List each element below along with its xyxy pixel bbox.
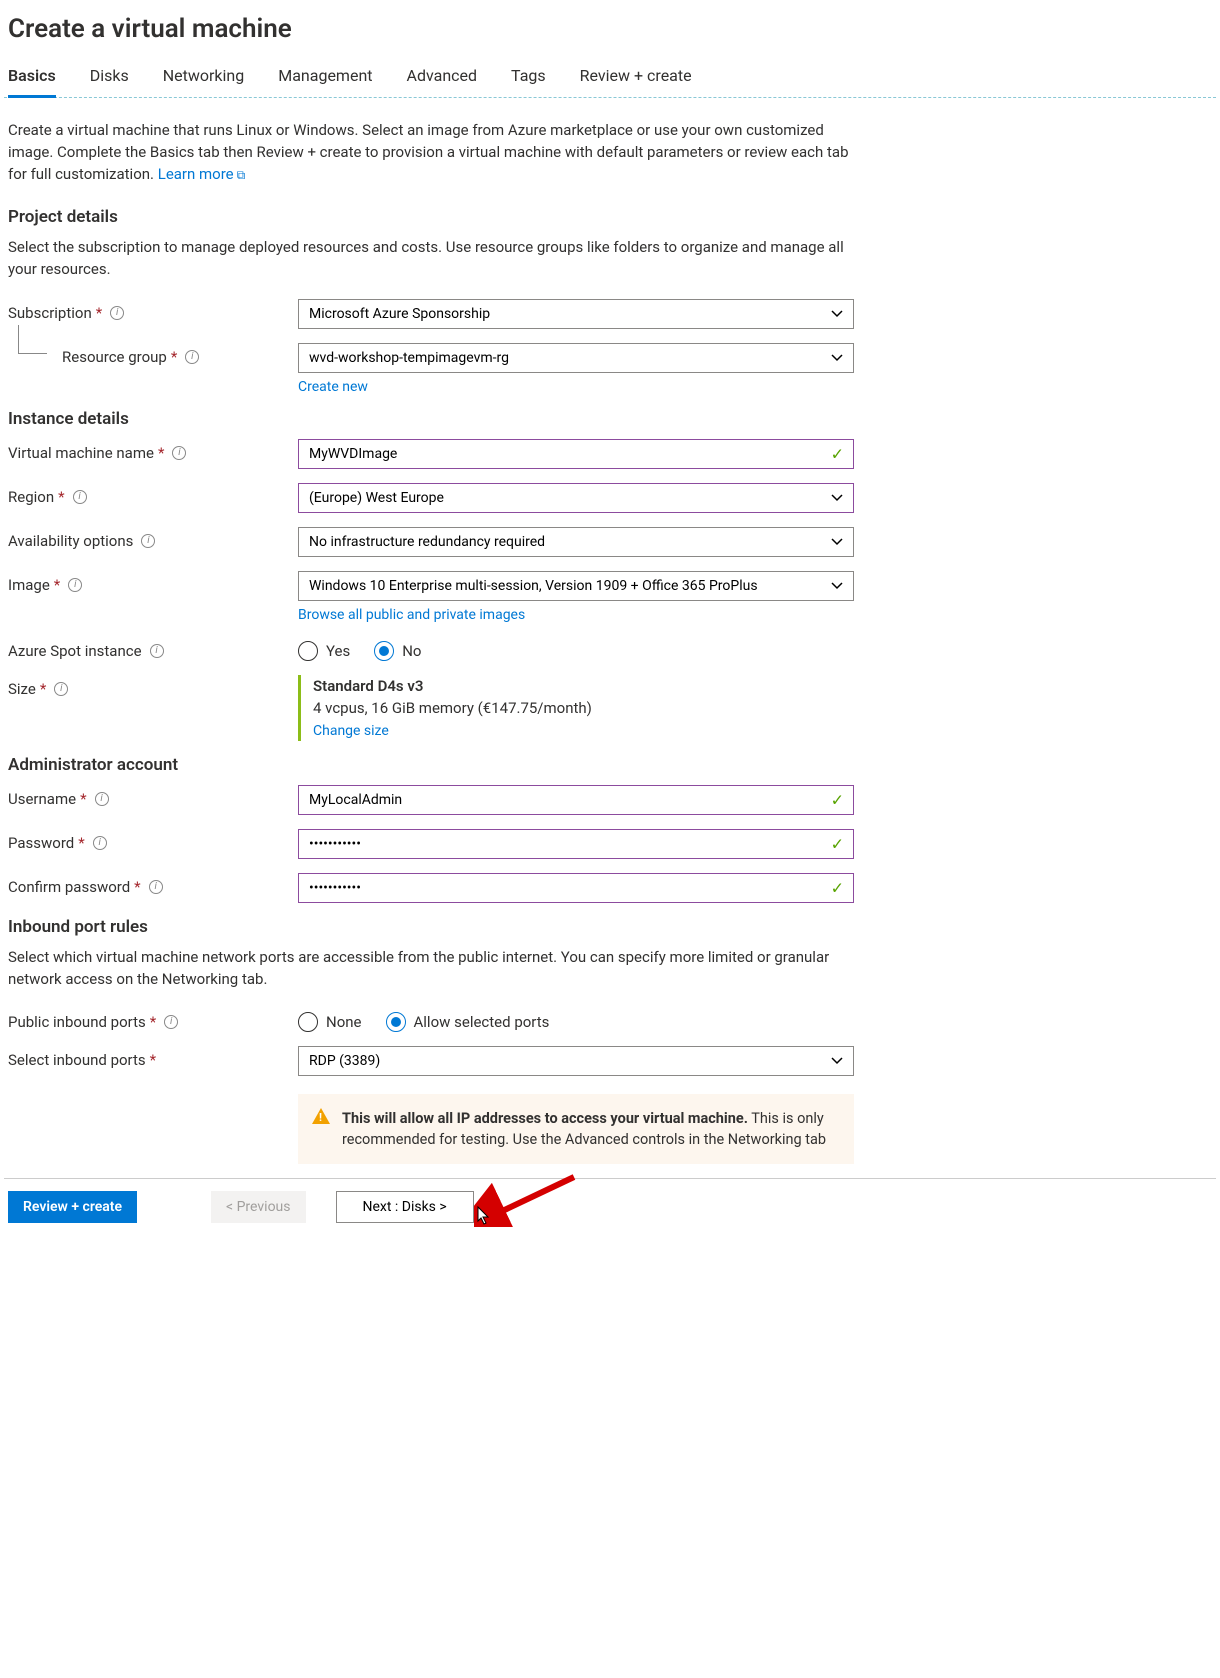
review-create-button[interactable]: Review + create	[8, 1191, 137, 1223]
image-label: Image*	[8, 571, 298, 594]
create-new-rg-link[interactable]: Create new	[298, 379, 368, 395]
info-icon[interactable]	[110, 306, 124, 320]
subscription-select[interactable]: Microsoft Azure Sponsorship	[298, 299, 854, 329]
password-label: Password*	[8, 829, 298, 852]
info-icon[interactable]	[73, 490, 87, 504]
image-select[interactable]: Windows 10 Enterprise multi-session, Ver…	[298, 571, 854, 601]
next-button[interactable]: Next : Disks >	[336, 1191, 474, 1223]
select-ports-dropdown[interactable]: RDP (3389)	[298, 1046, 854, 1076]
confirm-password-input[interactable]	[298, 873, 854, 903]
info-icon[interactable]	[185, 350, 199, 364]
wizard-footer: Review + create < Previous Next : Disks …	[4, 1178, 1216, 1235]
availability-label: Availability options	[8, 527, 298, 550]
ports-allow-radio[interactable]: Allow selected ports	[386, 1012, 550, 1032]
vm-name-input[interactable]	[298, 439, 854, 469]
info-icon[interactable]	[149, 880, 163, 894]
info-icon[interactable]	[95, 792, 109, 806]
size-summary: Standard D4s v3 4 vcpus, 16 GiB memory (…	[298, 675, 854, 741]
tab-disks[interactable]: Disks	[90, 56, 129, 98]
cursor-icon	[476, 1205, 492, 1229]
info-icon[interactable]	[54, 682, 68, 696]
ports-none-label: None	[326, 1013, 362, 1031]
vm-name-label: Virtual machine name*	[8, 439, 298, 462]
tab-tags[interactable]: Tags	[511, 56, 546, 98]
username-label: Username*	[8, 785, 298, 808]
info-icon[interactable]	[172, 446, 186, 460]
browse-images-link[interactable]: Browse all public and private images	[298, 607, 525, 623]
wizard-tabs: Basics Disks Networking Management Advan…	[4, 56, 1216, 98]
warning-icon	[312, 1108, 330, 1124]
spot-yes-radio[interactable]: Yes	[298, 641, 350, 661]
intro-body: Create a virtual machine that runs Linux…	[8, 121, 849, 183]
inbound-rules-heading: Inbound port rules	[8, 917, 870, 937]
info-icon[interactable]	[164, 1015, 178, 1029]
spot-no-label: No	[402, 642, 421, 660]
tab-advanced[interactable]: Advanced	[407, 56, 478, 98]
warning-bold: This will allow all IP addresses to acce…	[342, 1110, 748, 1127]
size-name: Standard D4s v3	[313, 677, 854, 695]
username-input[interactable]	[298, 785, 854, 815]
tab-basics[interactable]: Basics	[8, 56, 56, 98]
spot-yes-label: Yes	[326, 642, 350, 660]
info-icon[interactable]	[141, 534, 155, 548]
previous-button: < Previous	[211, 1191, 305, 1223]
resource-group-label: Resource group*	[8, 343, 298, 366]
password-input[interactable]	[298, 829, 854, 859]
region-select[interactable]: (Europe) West Europe	[298, 483, 854, 513]
size-label: Size*	[8, 675, 298, 698]
change-size-link[interactable]: Change size	[313, 723, 389, 739]
availability-select[interactable]: No infrastructure redundancy required	[298, 527, 854, 557]
intro-text: Create a virtual machine that runs Linux…	[8, 120, 858, 185]
project-details-desc: Select the subscription to manage deploy…	[8, 237, 858, 281]
select-ports-label: Select inbound ports*	[8, 1046, 298, 1069]
region-label: Region*	[8, 483, 298, 506]
info-icon[interactable]	[93, 836, 107, 850]
instance-details-heading: Instance details	[8, 409, 870, 429]
tab-networking[interactable]: Networking	[163, 56, 245, 98]
ports-none-radio[interactable]: None	[298, 1012, 362, 1032]
inbound-rules-desc: Select which virtual machine network por…	[8, 947, 858, 991]
admin-account-heading: Administrator account	[8, 755, 870, 775]
annotation-arrow	[474, 1167, 584, 1227]
resource-group-select[interactable]: wvd-workshop-tempimagevm-rg	[298, 343, 854, 373]
project-details-heading: Project details	[8, 207, 870, 227]
subscription-label: Subscription*	[8, 299, 298, 322]
info-icon[interactable]	[150, 644, 164, 658]
confirm-password-label: Confirm password*	[8, 873, 298, 896]
spot-no-radio[interactable]: No	[374, 641, 421, 661]
tab-review[interactable]: Review + create	[580, 56, 692, 98]
learn-more-link[interactable]: Learn more	[158, 165, 245, 183]
page-title: Create a virtual machine	[4, 0, 1216, 56]
ports-allow-label: Allow selected ports	[414, 1013, 550, 1031]
spot-instance-label: Azure Spot instance	[8, 637, 298, 660]
inbound-warning: This will allow all IP addresses to acce…	[298, 1094, 854, 1164]
tab-management[interactable]: Management	[278, 56, 372, 98]
size-detail: 4 vcpus, 16 GiB memory (€147.75/month)	[313, 699, 854, 717]
info-icon[interactable]	[68, 578, 82, 592]
public-ports-label: Public inbound ports*	[8, 1008, 298, 1031]
